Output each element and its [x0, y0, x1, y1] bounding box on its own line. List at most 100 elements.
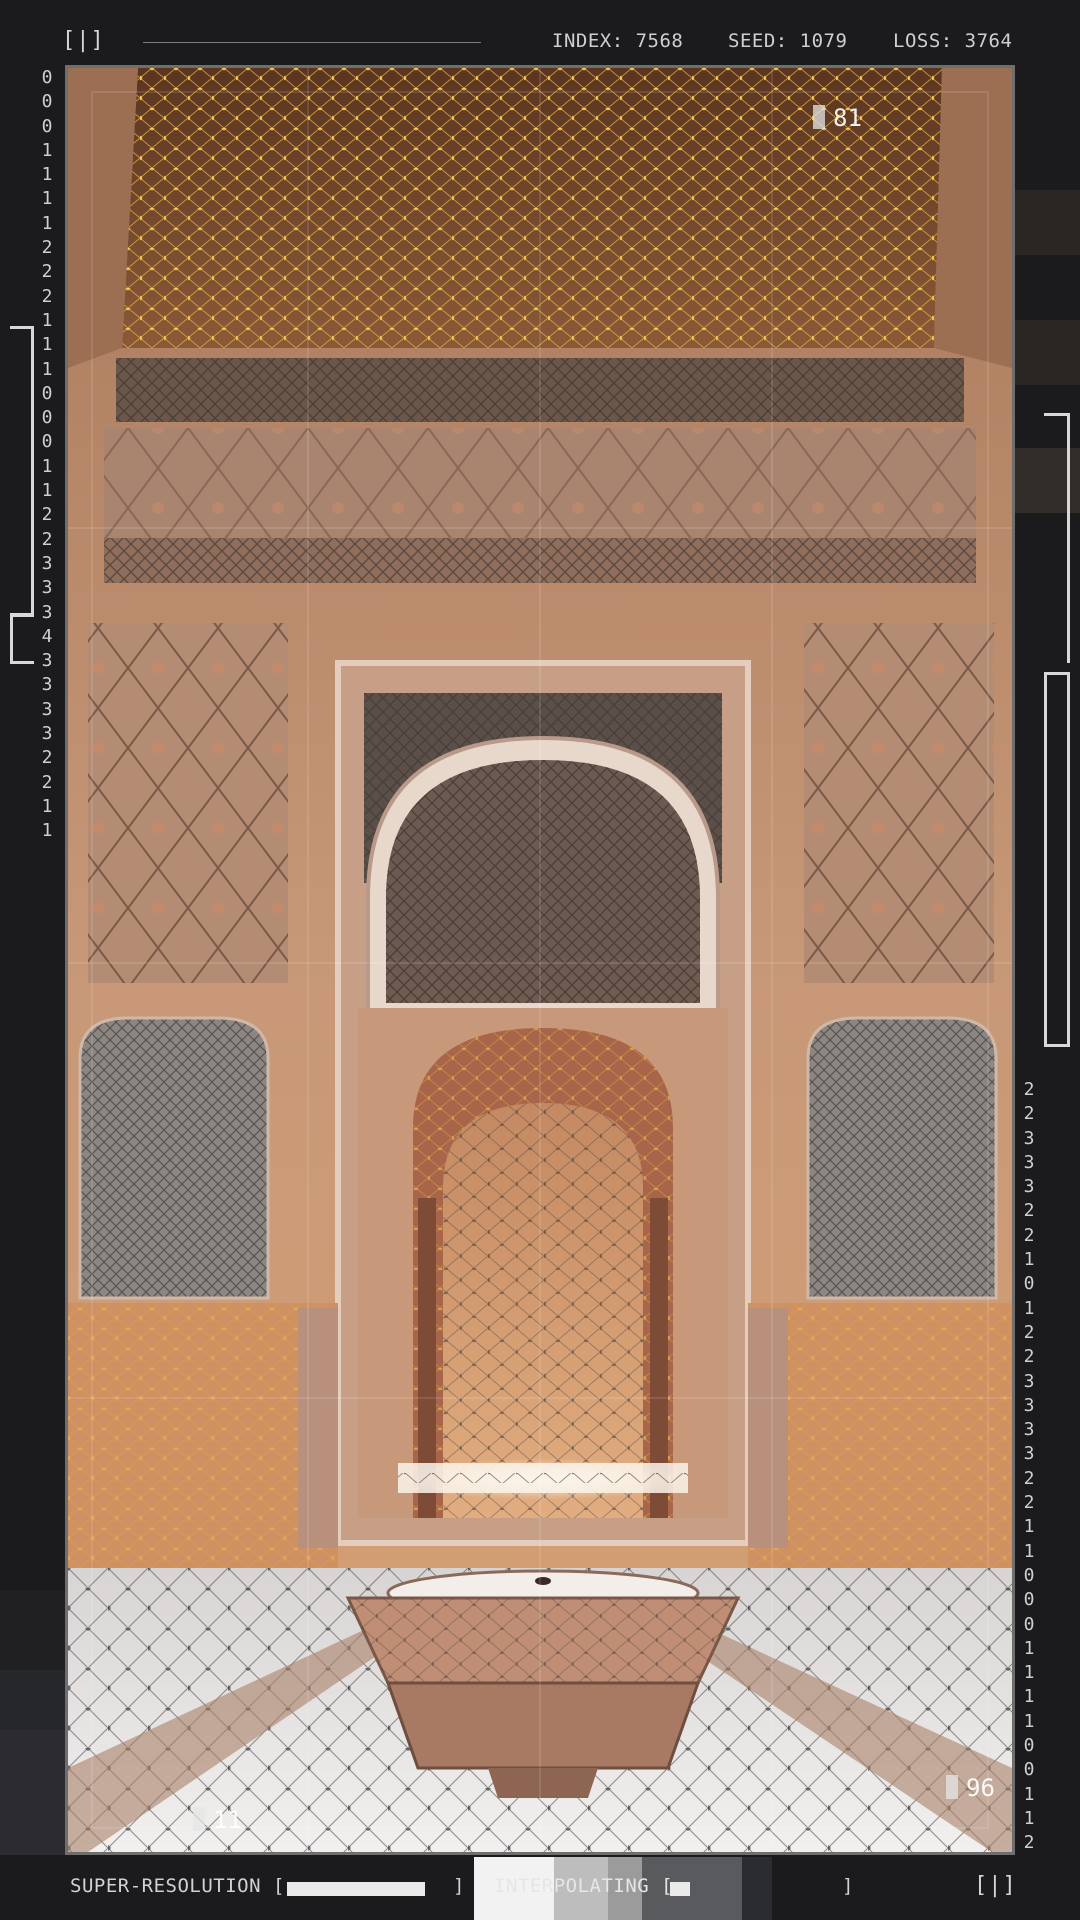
- digit: 3: [41, 723, 53, 745]
- digit: 2: [1023, 1467, 1035, 1489]
- digit: 0: [41, 382, 53, 404]
- tag-value: 81: [833, 104, 862, 132]
- digit: 4: [41, 625, 53, 647]
- digit: 2: [1023, 1492, 1035, 1514]
- digit: 1: [1023, 1249, 1035, 1271]
- marker-block-icon: [813, 105, 825, 129]
- digit: 0: [41, 91, 53, 113]
- digit: 3: [41, 650, 53, 672]
- digit: 2: [41, 504, 53, 526]
- interpolating-label: INTERPOLATING [: [494, 1875, 674, 1897]
- edge-shade: [1015, 190, 1080, 255]
- tag-value: 11: [213, 1806, 242, 1834]
- left-digit-column: 00011112221110001122333433332211: [34, 66, 60, 844]
- tag-bottom-left: 11: [193, 1806, 242, 1834]
- digit: 2: [1023, 1321, 1035, 1343]
- edge-shade: [0, 1730, 65, 1855]
- digit: 1: [41, 455, 53, 477]
- digit: 0: [41, 431, 53, 453]
- digit: 2: [1023, 1103, 1035, 1125]
- progress-fill: [287, 1882, 425, 1896]
- digit: 3: [1023, 1394, 1035, 1416]
- digit: 0: [1023, 1735, 1035, 1757]
- digit: 2: [1023, 1200, 1035, 1222]
- digit: 1: [41, 334, 53, 356]
- digit: 3: [41, 698, 53, 720]
- digit: 1: [41, 480, 53, 502]
- digit: 0: [1023, 1613, 1035, 1635]
- digit: 2: [1023, 1832, 1035, 1854]
- seed-readout: SEED: 1079: [728, 30, 848, 52]
- digit: 2: [41, 528, 53, 550]
- digit: 1: [41, 188, 53, 210]
- generated-image-viewport[interactable]: 81 11 96: [65, 65, 1015, 1855]
- digit: 2: [1023, 1079, 1035, 1100]
- digit: 1: [1023, 1637, 1035, 1659]
- interpolating-progress: [670, 1882, 840, 1896]
- digit: 3: [1023, 1443, 1035, 1465]
- edge-shade: [0, 1590, 65, 1670]
- left-bracket-frame: [10, 326, 34, 616]
- digit: 3: [1023, 1419, 1035, 1441]
- divider-line: [143, 42, 481, 43]
- digit: 3: [1023, 1127, 1035, 1149]
- digit: 0: [1023, 1589, 1035, 1611]
- digit: 3: [1023, 1370, 1035, 1392]
- digit: 3: [41, 601, 53, 623]
- digit: 2: [41, 747, 53, 769]
- digit: 3: [1023, 1176, 1035, 1198]
- moorish-hall-image: [68, 68, 1012, 1852]
- loss-readout: LOSS: 3764: [893, 30, 1013, 52]
- interpolating-close: ]: [842, 1875, 854, 1897]
- index-readout: INDEX: 7568: [552, 30, 684, 52]
- bracket-menu-icon[interactable]: [|]: [974, 1873, 1017, 1898]
- tag-bottom-right: 96: [946, 1774, 995, 1802]
- digit: 0: [1023, 1564, 1035, 1586]
- right-bracket-frame-tall: [1044, 672, 1070, 1047]
- marker-block-icon: [193, 1807, 205, 1831]
- bottom-status-bar: SUPER-RESOLUTION [ ] INTERPOLATING [ ] […: [0, 1857, 1080, 1920]
- digit: 2: [41, 237, 53, 259]
- digit: 1: [1023, 1540, 1035, 1562]
- digit: 1: [1023, 1710, 1035, 1732]
- digit: 1: [41, 164, 53, 186]
- top-status-bar: [|] INDEX: 7568 SEED: 1079 LOSS: 3764: [0, 0, 1080, 66]
- digit: 1: [41, 139, 53, 161]
- progress-fill: [670, 1882, 691, 1896]
- digit: 0: [41, 115, 53, 137]
- digit: 1: [41, 358, 53, 380]
- super-resolution-close: ]: [453, 1875, 465, 1897]
- edge-shade: [1015, 320, 1080, 385]
- digit: 2: [1023, 1346, 1035, 1368]
- edge-shade: [0, 1670, 65, 1730]
- digit: 1: [1023, 1516, 1035, 1538]
- digit: 1: [1023, 1662, 1035, 1684]
- digit: 1: [1023, 1783, 1035, 1805]
- digit: 2: [41, 261, 53, 283]
- tag-value: 96: [966, 1774, 995, 1802]
- digit: 0: [41, 67, 53, 88]
- digit: 1: [41, 820, 53, 842]
- digit: 3: [41, 577, 53, 599]
- digit: 2: [41, 285, 53, 307]
- digit: 1: [41, 309, 53, 331]
- digit: 1: [1023, 1297, 1035, 1319]
- right-bracket-frame: [1044, 413, 1070, 663]
- left-bracket-frame-small: [10, 614, 34, 664]
- digit: 1: [41, 212, 53, 234]
- tag-top-right: 81: [813, 104, 862, 132]
- digit: 2: [41, 771, 53, 793]
- digit: 1: [1023, 1807, 1035, 1829]
- digit: 3: [41, 674, 53, 696]
- super-resolution-progress: [287, 1882, 447, 1896]
- digit: 1: [1023, 1686, 1035, 1708]
- digit: 3: [1023, 1151, 1035, 1173]
- digit: 1: [41, 795, 53, 817]
- digit: 2: [1023, 1224, 1035, 1246]
- super-resolution-label: SUPER-RESOLUTION [: [70, 1875, 285, 1897]
- marker-block-icon: [946, 1775, 958, 1799]
- bracket-menu-icon[interactable]: [|]: [62, 28, 105, 53]
- right-digit-column: 22333221012233332211000111100112: [1016, 1078, 1042, 1856]
- digit: 3: [41, 552, 53, 574]
- digit: 0: [1023, 1273, 1035, 1295]
